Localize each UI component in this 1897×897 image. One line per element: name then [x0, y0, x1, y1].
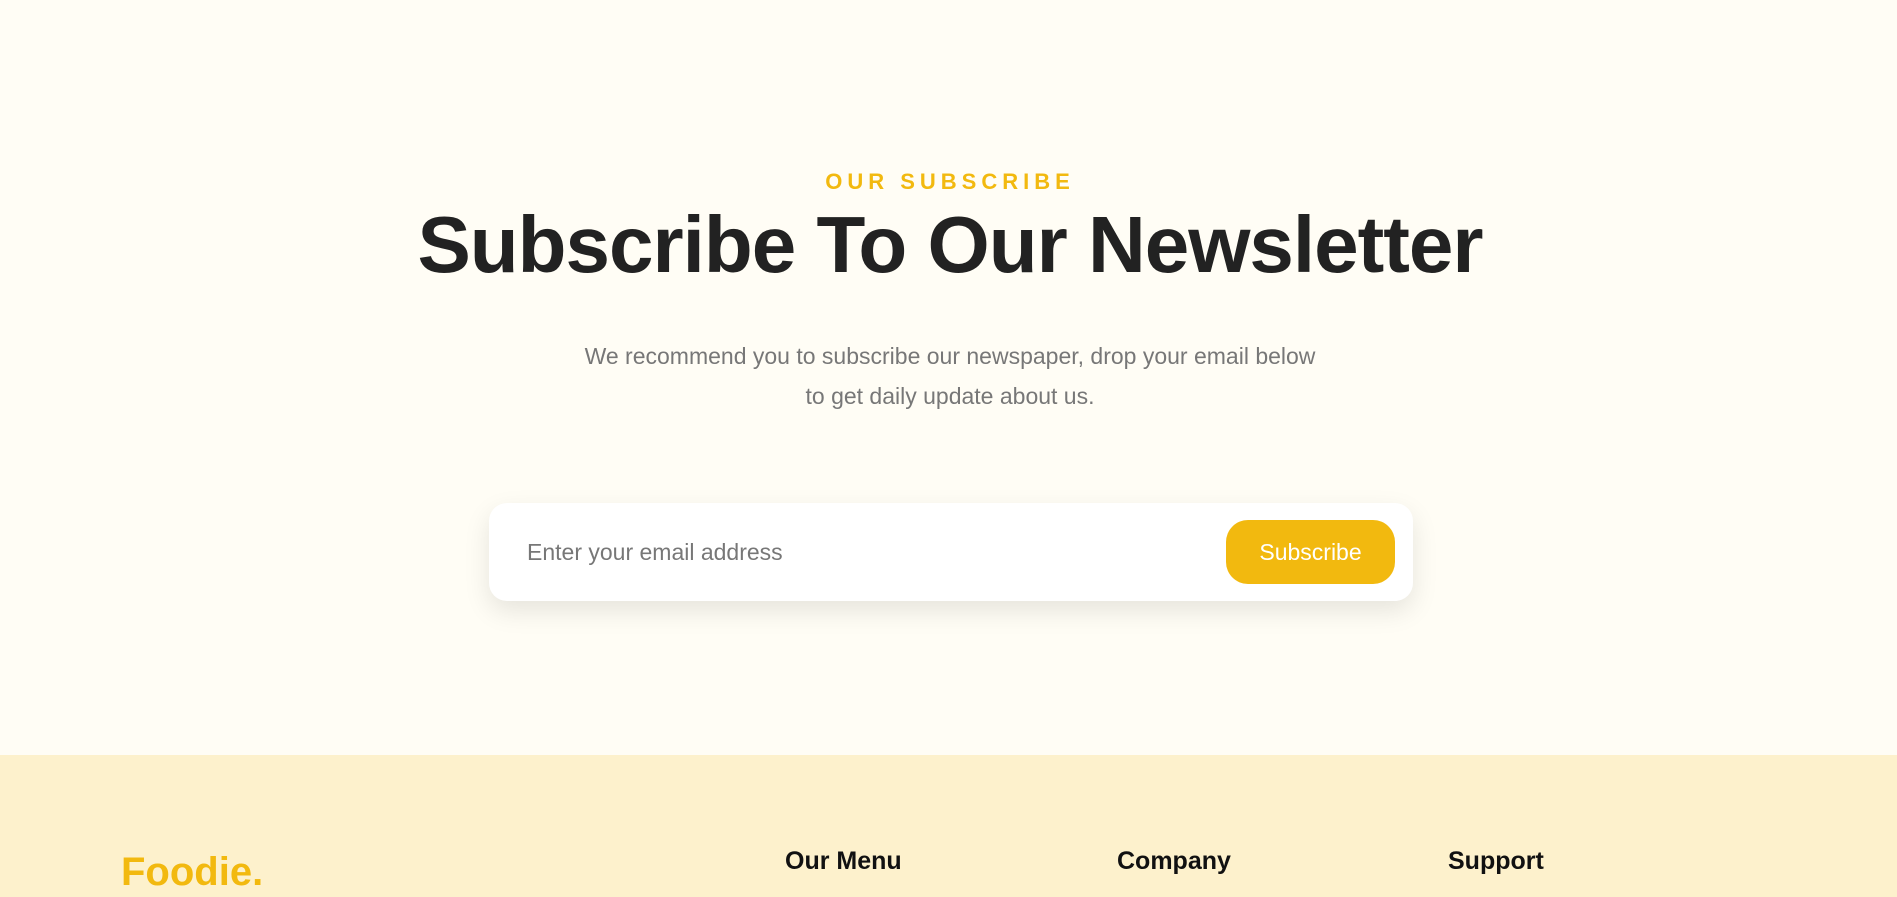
newsletter-description-line-1: We recommend you to subscribe our newspa…: [584, 343, 1316, 369]
newsletter-description: We recommend you to subscribe our newspa…: [0, 336, 1897, 416]
newsletter-description-line-2: to get daily update about us.: [805, 383, 1095, 409]
page: OUR SUBSCRIBE Subscribe To Our Newslette…: [0, 0, 1897, 897]
footer-brand[interactable]: Foodie.: [121, 847, 263, 897]
newsletter-section: OUR SUBSCRIBE Subscribe To Our Newslette…: [0, 0, 1897, 755]
footer-heading-company: Company: [1117, 847, 1231, 875]
footer-heading-support: Support: [1448, 847, 1544, 875]
email-input[interactable]: [527, 531, 1177, 573]
subscribe-button[interactable]: Subscribe: [1226, 520, 1395, 584]
newsletter-title: Subscribe To Our Newsletter: [417, 200, 1483, 289]
footer-heading-our-menu: Our Menu: [785, 847, 902, 875]
footer: Foodie. Our Menu Company Support: [0, 755, 1897, 897]
newsletter-form: Subscribe: [489, 503, 1413, 601]
newsletter-eyebrow: OUR SUBSCRIBE: [825, 169, 1075, 194]
